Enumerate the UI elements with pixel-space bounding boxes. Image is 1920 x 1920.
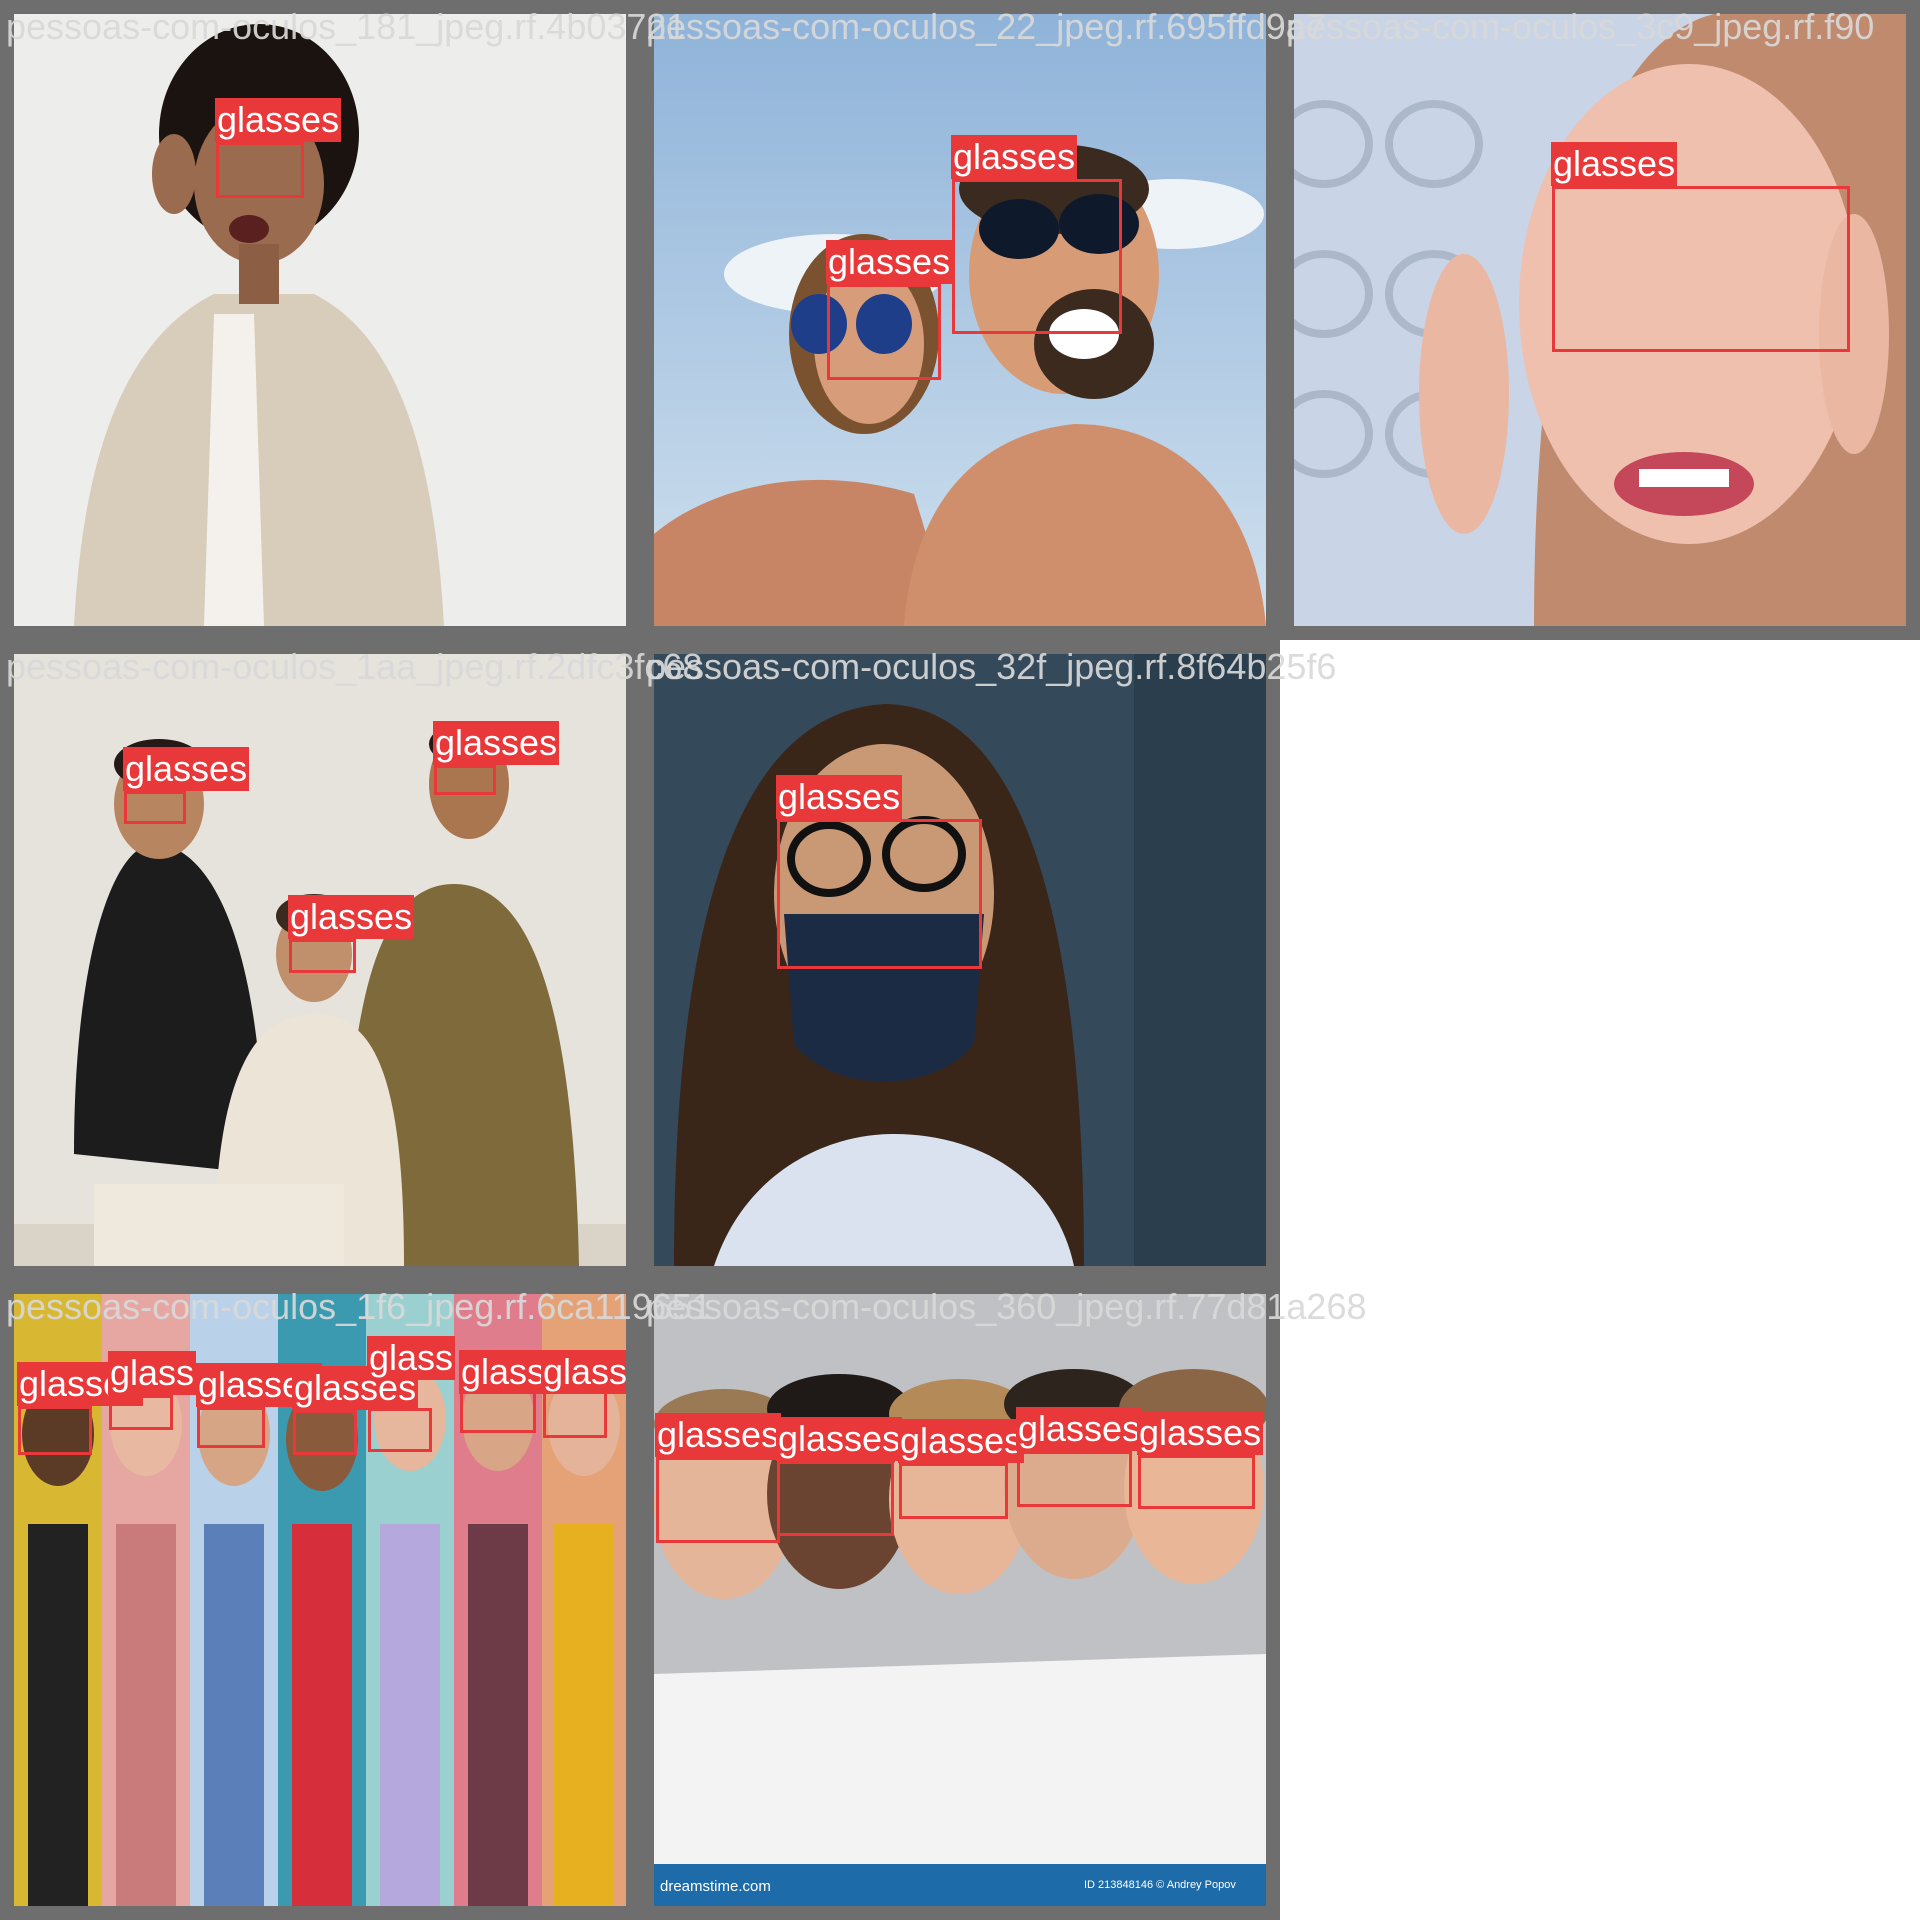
bbox-glasses (289, 939, 356, 973)
tile-6-filename: pessoas-com-oculos_1f6_jpeg.rf.6ca119651 (6, 1286, 712, 1327)
watermark-brand: dreamstime.com (660, 1878, 771, 1895)
tile-4-filename: pessoas-com-oculos_1aa_jpeg.rf.2dfc3fc68 (6, 646, 703, 687)
class-label: glasses (1016, 1407, 1143, 1451)
tile-2-filename: pessoas-com-oculos_22_jpeg.rf.695ffd9a7 (646, 6, 1326, 47)
class-label: glasses (655, 1413, 782, 1457)
bbox-glasses (434, 765, 496, 795)
bbox-glasses (1552, 186, 1850, 352)
class-label: glasses (215, 98, 342, 142)
bbox-glasses (460, 1390, 536, 1433)
tile-6: glasses glass glasses glasses glass glas… (0, 1280, 640, 1920)
bbox-glasses (18, 1406, 92, 1455)
photo-7 (654, 1294, 1266, 1906)
tile-3: glasses (1280, 0, 1920, 640)
class-label: glass (367, 1336, 456, 1380)
tile-5-filename: pessoas-com-oculos_32f_jpeg.rf.8f64b25f6 (646, 646, 1337, 687)
class-label: glasses (288, 895, 415, 939)
class-label: glasses (1137, 1411, 1264, 1455)
bbox-glasses (952, 179, 1122, 334)
tile-3-filename: pessoas-com-oculos_3c9_jpeg.rf.f90 (1286, 6, 1875, 47)
class-label: glasses (433, 721, 560, 765)
tile-1: glasses (0, 0, 640, 640)
tile-1-filename: pessoas-com-oculos_181_jpeg.rf.4b03721 (6, 6, 687, 47)
class-label: glasses (1551, 142, 1678, 186)
bbox-glasses (827, 284, 941, 380)
bbox-glasses (777, 819, 982, 969)
tile-7-filename: pessoas-com-oculos_360_jpeg.rf.77d81a268 (646, 1286, 1367, 1327)
bbox-glasses (777, 1461, 894, 1536)
tile-7: dreamstime.com ID 213848146 © Andrey Pop… (640, 1280, 1280, 1920)
bbox-glasses (543, 1390, 607, 1438)
bbox-glasses (197, 1407, 265, 1448)
class-label: glasses (826, 240, 953, 284)
bbox-glasses (1138, 1455, 1255, 1509)
class-label: glasses (951, 135, 1078, 179)
bbox-glasses (899, 1463, 1008, 1519)
bbox-glasses (1017, 1451, 1132, 1507)
bbox-glasses (109, 1395, 173, 1430)
watermark-id: ID 213848146 © Andrey Popov (1084, 1879, 1236, 1891)
class-label: glasses (541, 1350, 626, 1394)
class-label: glass (108, 1351, 197, 1395)
bbox-glasses (368, 1408, 432, 1452)
bbox-glasses (656, 1457, 780, 1543)
bbox-glasses (124, 791, 186, 824)
bbox-glasses (216, 142, 304, 198)
tile-2: glasses glasses (640, 0, 1280, 640)
bbox-glasses (293, 1410, 357, 1455)
tile-5: glasses (640, 640, 1280, 1280)
class-label: glasses (776, 1417, 903, 1461)
class-label: glasses (123, 747, 250, 791)
class-label: glasses (776, 775, 903, 819)
tile-4: glasses glasses glasses (0, 640, 640, 1280)
class-label: glasses (898, 1419, 1025, 1463)
